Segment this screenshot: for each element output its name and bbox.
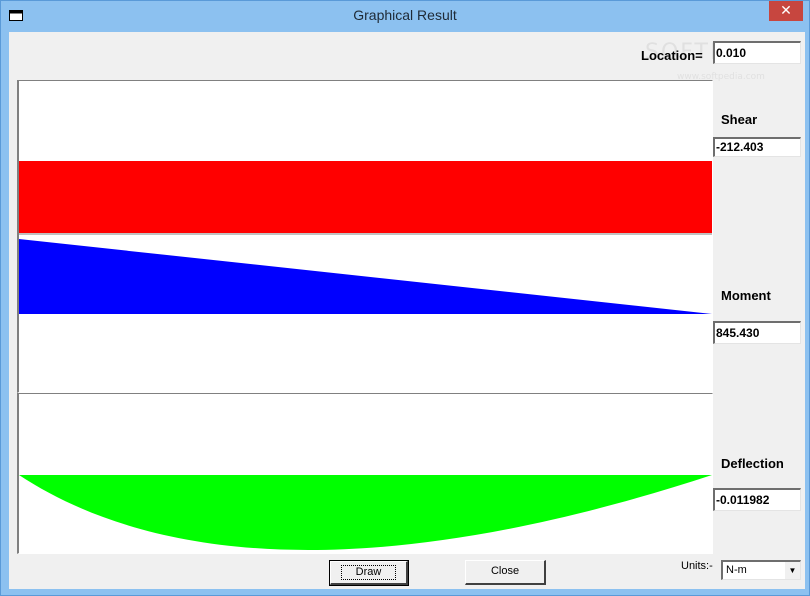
deflection-diagram — [19, 475, 712, 550]
shear-moment-panel — [17, 80, 713, 393]
deflection-value-field[interactable]: -0.011982 — [713, 488, 801, 511]
shear-label: Shear — [721, 112, 758, 127]
deflection-plot — [19, 475, 712, 550]
moment-value-field[interactable]: 845.430 — [713, 321, 801, 344]
client-area: SOFTPEDIA www.softpedia.com Location= 0.… — [9, 32, 805, 589]
moment-label: Moment — [721, 288, 771, 303]
deflection-panel — [17, 393, 713, 554]
graphical-result-window: Graphical Result ✕ SOFTPEDIA www.softped… — [0, 0, 810, 596]
units-label: Units:- — [681, 560, 713, 572]
shear-moment-plot — [19, 161, 712, 314]
moment-diagram — [19, 239, 712, 314]
location-label: Location= — [641, 48, 703, 63]
shear-diagram — [19, 161, 712, 233]
window-close-icon[interactable]: ✕ — [769, 1, 803, 21]
units-select[interactable]: N-m ▼ — [721, 560, 801, 580]
deflection-label: Deflection — [721, 456, 784, 471]
draw-button-label: Draw — [340, 565, 397, 580]
close-button[interactable]: Close — [465, 560, 546, 585]
location-field[interactable]: 0.010 — [713, 41, 801, 64]
window-title: Graphical Result — [353, 7, 457, 23]
title-bar: Graphical Result ✕ — [1, 1, 809, 31]
draw-button[interactable]: Draw — [329, 560, 409, 586]
shear-value-field[interactable]: -212.403 — [713, 137, 801, 157]
units-selected-value: N-m — [726, 564, 747, 576]
chevron-down-icon[interactable]: ▼ — [784, 562, 800, 579]
